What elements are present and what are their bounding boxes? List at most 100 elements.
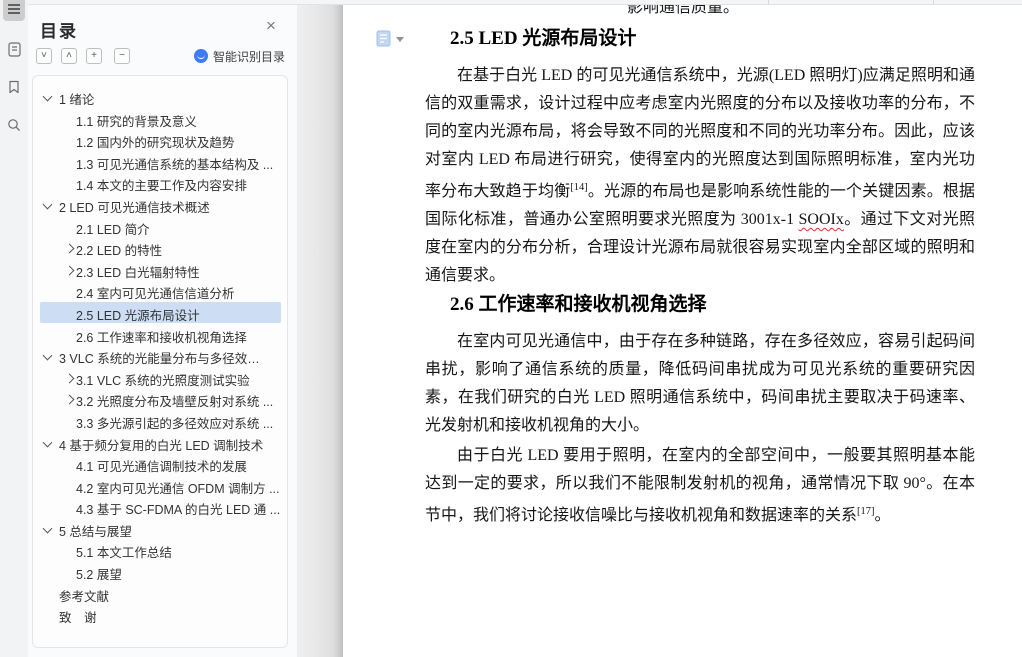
outline-item[interactable]: 1.3 可见光通信系统的基本结构及 ...	[33, 151, 287, 173]
outline-item-label: 3.1 VLC 系统的光照度测试实验	[76, 373, 250, 388]
outline-item-label: 2.4 室内可见光通信信道分析	[76, 287, 235, 302]
outline-item[interactable]: 2.6 工作速率和接收机视角选择	[33, 324, 287, 346]
chevron-down-icon[interactable]	[42, 437, 53, 447]
outline-item-label: 4.3 基于 SC-FDMA 的白光 LED 通 ...	[76, 503, 281, 518]
paragraph: 在基于白光 LED 的可见光通信系统中，光源(LED 照明灯)应满足照明和通信的…	[425, 62, 975, 290]
outline-tree: 1 绪论 1.1 研究的背景及意义 1.2 国内外的研究现状及趋势 1.3 可见光通信…	[32, 75, 288, 648]
outline-item-label: 3.3 多光源引起的多径效应对系统 ...	[76, 416, 274, 431]
outline-item-label: 参考文献	[59, 589, 110, 604]
outline-item-label: 2.3 LED 白光辐射特性	[76, 265, 200, 280]
smart-toc-button[interactable]: 智能识别目录	[193, 48, 285, 64]
outline-item-label: 2.5 LED 光源布局设计	[76, 308, 200, 323]
collapse-all-button[interactable]: ˄	[61, 48, 77, 64]
chevron-right-icon[interactable]	[64, 373, 75, 384]
chevron-down-icon[interactable]	[42, 523, 53, 534]
misspelled-word: SOOIx	[798, 211, 844, 228]
outline-item-label: 致 谢	[59, 611, 97, 626]
note-icon	[7, 41, 21, 57]
outline-item-label: 1 绪论	[59, 93, 95, 107]
outline-item[interactable]: 4.1 可见光通信调制技术的发展	[33, 453, 287, 475]
outline-icon	[7, 3, 21, 15]
outline-item[interactable]: 致 谢	[33, 604, 287, 626]
outline-item-label: 3 VLC 系统的光能量分布与多径效应 ...	[59, 352, 269, 367]
search-panel-button[interactable]	[3, 113, 25, 137]
outline-item[interactable]: 3.1 VLC 系统的光照度测试实验	[33, 367, 287, 389]
document-annotation-icon	[376, 30, 391, 47]
outline-item-label: 4.2 室内可见光通信 OFDM 调制方 ...	[76, 481, 280, 496]
search-icon	[7, 118, 21, 132]
zoom-out-button[interactable]: −	[114, 48, 130, 64]
toc-sidebar: 目录 × ˅ ˄ + − 智能识别目录 1 绪论 1.1 研究的背景及意义 1.2 …	[28, 0, 298, 657]
toolbar-bottom-edge	[28, 0, 1022, 5]
outline-item-label: 2.2 LED 的特性	[76, 244, 163, 259]
toolbar-separator	[768, 0, 769, 4]
outline-item-label: 1.3 可见光通信系统的基本结构及 ...	[76, 157, 274, 172]
outline-item[interactable]: 3 VLC 系统的光能量分布与多径效应 ...	[33, 345, 287, 367]
outline-item[interactable]: 5 总结与展望	[33, 518, 287, 540]
outline-item-label: 5.2 展望	[76, 568, 122, 583]
paragraph: 在室内可见光通信中，由于存在多种链路，存在多径效应，容易引起码间串扰，影响了通信…	[425, 328, 975, 440]
annotations-panel-button[interactable]	[3, 37, 25, 61]
outline-item[interactable]: 4.3 基于 SC-FDMA 的白光 LED 通 ...	[33, 496, 287, 518]
zoom-in-button[interactable]: +	[86, 48, 102, 64]
bookmarks-panel-button[interactable]	[3, 75, 25, 99]
toc-toolbar: ˅ ˄ + − 智能识别目录	[28, 48, 297, 68]
outline-item-label: 4 基于频分复用的白光 LED 调制技术	[59, 438, 264, 453]
section-heading: 2.5 LED 光源布局设计	[450, 28, 637, 49]
chevron-down-icon[interactable]	[42, 199, 53, 210]
outline-item[interactable]: 5.2 展望	[33, 561, 287, 583]
outline-item[interactable]: 2 LED 可见光通信技术概述	[33, 194, 287, 216]
outline-item-label: 5.1 本文工作总结	[76, 546, 172, 561]
text-segment: 。	[874, 507, 891, 524]
document-background-gutter	[298, 0, 343, 657]
chevron-down-icon[interactable]	[42, 350, 53, 361]
close-icon[interactable]: ×	[261, 16, 281, 36]
outline-item-label: 2 LED 可见光通信技术概述	[59, 200, 210, 215]
outline-item[interactable]: 1.1 研究的背景及意义	[33, 108, 287, 130]
dropdown-arrow-icon	[396, 37, 404, 42]
outline-item[interactable]: 1.2 国内外的研究现状及趋势	[33, 129, 287, 151]
outline-item[interactable]: 1 绪论	[33, 86, 287, 108]
outline-item[interactable]: 4.2 室内可见光通信 OFDM 调制方 ...	[33, 475, 287, 497]
citation-reference: [17]	[857, 506, 875, 517]
outline-item[interactable]: 1.4 本文的主要工作及内容安排	[33, 172, 287, 194]
expand-all-button[interactable]: ˅	[36, 48, 52, 64]
chevron-right-icon[interactable]	[64, 243, 75, 254]
outline-item[interactable]: 2.1 LED 简介	[33, 216, 287, 238]
text-segment: 在室内可见光通信中，由于存在多种链路，存在多径效应，容易引起码间串扰，影响了通信…	[425, 333, 975, 434]
chevron-down-icon[interactable]	[42, 91, 53, 102]
outline-item[interactable]: 2.2 LED 的特性	[33, 237, 287, 259]
document-page[interactable]: 影响通信质量。 2.5 LED 光源布局设计 在基于白光 LED 的可见光通信系统…	[343, 0, 1022, 657]
outline-item[interactable]: 参考文献	[33, 583, 287, 605]
outline-item[interactable]: 3.2 光照度分布及墙壁反射对系统 ...	[33, 388, 287, 410]
citation-reference: [14]	[570, 182, 588, 193]
outline-item[interactable]: 2.3 LED 白光辐射特性	[33, 259, 287, 281]
left-icon-rail	[0, 0, 28, 657]
outline-item-label: 2.6 工作速率和接收机视角选择	[76, 330, 247, 345]
outline-item[interactable]: 2.4 室内可见光通信信道分析	[33, 280, 287, 302]
outline-item[interactable]: 5.1 本文工作总结	[33, 539, 287, 561]
outline-item-label: 2.1 LED 简介	[76, 222, 150, 237]
toolbar-separator	[933, 0, 934, 4]
document-body: 2.5 LED 光源布局设计在基于白光 LED 的可见光通信系统中，光源(LED…	[343, 0, 1022, 530]
text-segment: 由于白光 LED 要用于照明，在室内的全部空间中，一般要其照明基本能达到一定的要…	[425, 447, 975, 524]
outline-item-label: 1.1 研究的背景及意义	[76, 114, 197, 129]
outline-item[interactable]: 2.5 LED 光源布局设计	[33, 301, 287, 324]
pdf-reader-window: 目录 × ˅ ˄ + − 智能识别目录 1 绪论 1.1 研究的背景及意义 1.2 …	[0, 0, 1022, 657]
outline-item-label: 4.1 可见光通信调制技术的发展	[76, 460, 247, 475]
bookmark-icon	[8, 80, 20, 94]
chevron-right-icon[interactable]	[64, 265, 75, 276]
toc-header: 目录 ×	[28, 14, 297, 44]
paragraph: 由于白光 LED 要用于照明，在室内的全部空间中，一般要其照明基本能达到一定的要…	[425, 442, 975, 530]
outline-item[interactable]: 4 基于频分复用的白光 LED 调制技术	[33, 432, 287, 454]
outline-panel-button[interactable]	[3, 0, 25, 21]
smart-toc-label: 智能识别目录	[212, 49, 285, 64]
outline-item-label: 1.4 本文的主要工作及内容安排	[76, 179, 247, 194]
toc-title: 目录	[40, 22, 78, 41]
text-segment: 在基于白光 LED 的可见光通信系统中，光源(LED 照明灯)应满足照明和通信的…	[425, 67, 975, 200]
outline-item[interactable]: 3.3 多光源引起的多径效应对系统 ...	[33, 410, 287, 432]
annotation-marker-button[interactable]	[376, 30, 404, 47]
chevron-right-icon[interactable]	[64, 394, 75, 405]
ai-icon	[193, 49, 208, 63]
outline-item-label: 3.2 光照度分布及墙壁反射对系统 ...	[76, 395, 274, 410]
